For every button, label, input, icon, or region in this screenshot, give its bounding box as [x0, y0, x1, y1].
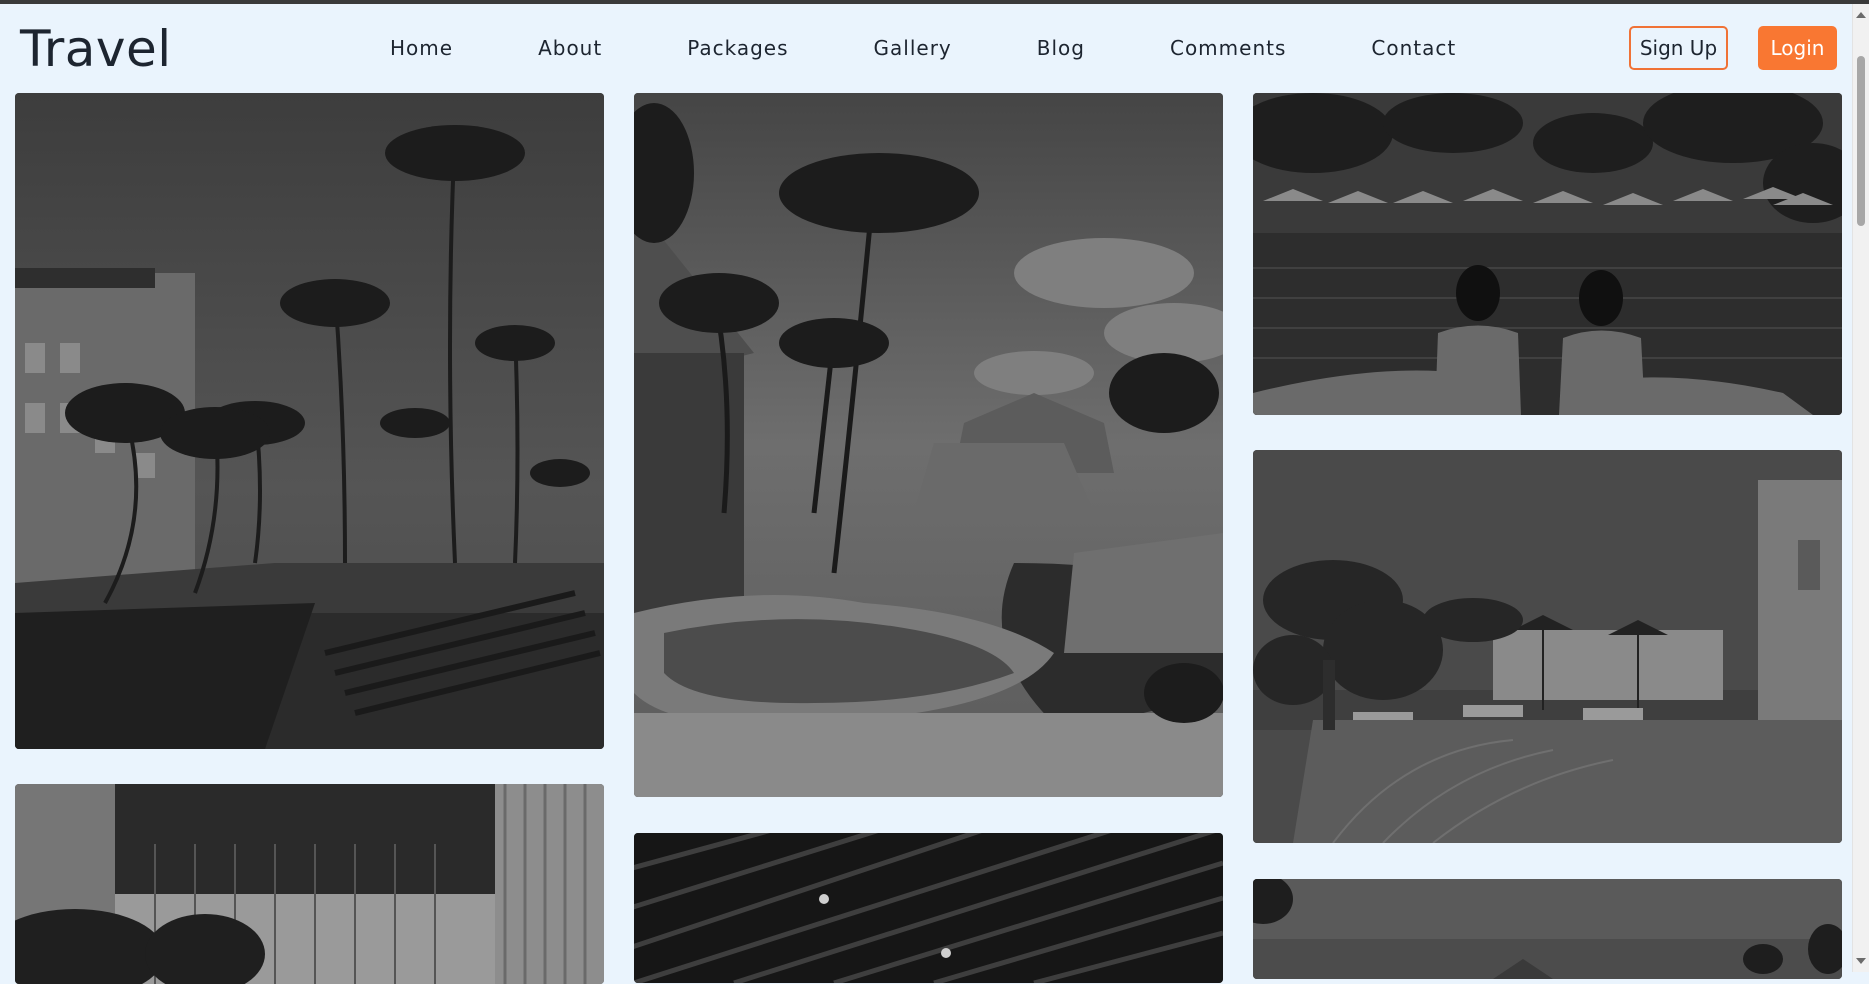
scroll-down-arrow-icon[interactable] [1856, 958, 1866, 964]
gallery-image-slatted-ceiling[interactable] [634, 833, 1223, 983]
page-scrollbar[interactable] [1852, 4, 1869, 972]
site-logo[interactable]: Travel [20, 18, 172, 80]
nav-blog[interactable]: Blog [1037, 4, 1085, 92]
nav-comments[interactable]: Comments [1170, 4, 1286, 92]
scroll-thumb[interactable] [1857, 56, 1865, 226]
site-header: Travel Home About Packages Gallery Blog … [0, 4, 1852, 92]
gallery-image-thatched-resort-pool[interactable] [634, 93, 1223, 797]
nav-gallery[interactable]: Gallery [874, 4, 952, 92]
main-nav: Home About Packages Gallery Blog Comment… [390, 4, 1456, 92]
photo-gallery [0, 92, 1852, 984]
signup-button[interactable]: Sign Up [1629, 26, 1728, 70]
nav-contact[interactable]: Contact [1371, 4, 1456, 92]
gallery-image-building-balcony-palms[interactable] [15, 784, 604, 984]
gallery-image-seaside-terrace-pool[interactable] [1253, 450, 1842, 843]
gallery-image-beach-palms-partial[interactable] [1253, 879, 1842, 979]
login-button[interactable]: Login [1758, 26, 1837, 70]
scroll-up-arrow-icon[interactable] [1856, 12, 1866, 18]
nav-packages[interactable]: Packages [687, 4, 788, 92]
gallery-image-infinity-pool-swimmers[interactable] [1253, 93, 1842, 415]
nav-about[interactable]: About [538, 4, 602, 92]
gallery-image-resort-palms-pool[interactable] [15, 93, 604, 749]
nav-home[interactable]: Home [390, 4, 453, 92]
